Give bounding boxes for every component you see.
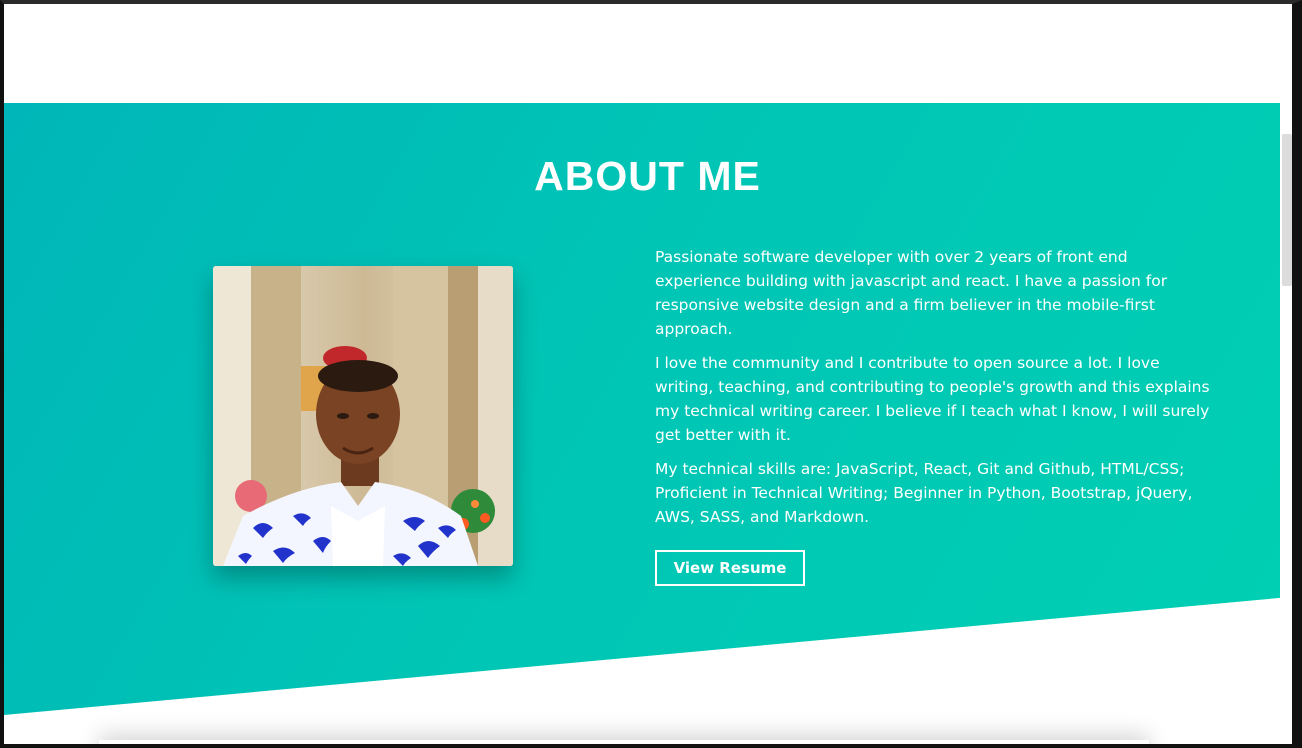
bio-paragraph-3: My technical skills are: JavaScript, Rea… bbox=[655, 460, 1193, 526]
bio-paragraph-1: Passionate software developer with over … bbox=[655, 248, 1168, 338]
page: ABOUT ME Passionate software developer w… bbox=[4, 4, 1292, 744]
bio-text: Passionate software developer with over … bbox=[655, 245, 1215, 539]
view-resume-button[interactable]: View Resume bbox=[655, 550, 805, 586]
profile-photo-image bbox=[213, 266, 513, 566]
scrollbar-thumb[interactable] bbox=[1282, 134, 1292, 286]
bio-paragraph-2: I love the community and I contribute to… bbox=[655, 354, 1210, 444]
about-section: ABOUT ME Passionate software developer w… bbox=[4, 103, 1291, 715]
next-section-card bbox=[99, 740, 1149, 744]
section-heading: ABOUT ME bbox=[534, 153, 761, 199]
scrollbar-track[interactable] bbox=[1280, 4, 1292, 744]
profile-photo bbox=[213, 266, 513, 566]
